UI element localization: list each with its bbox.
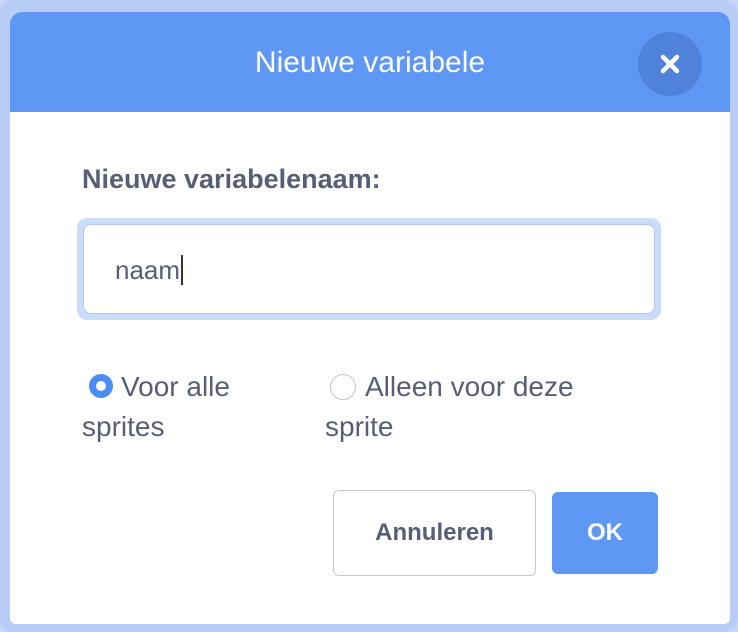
- dialog-header: Nieuwe variabele: [10, 12, 730, 112]
- radio-this-sprite-only[interactable]: Alleen voor deze sprite: [320, 366, 640, 456]
- radio-all-sprites[interactable]: Voor alle sprites: [76, 366, 286, 456]
- radio-checked-icon[interactable]: [89, 374, 113, 398]
- new-variable-dialog: Nieuwe variabele Nieuwe variabelenaam: n…: [10, 12, 730, 624]
- cancel-button[interactable]: Annuleren: [333, 490, 536, 576]
- ok-button[interactable]: OK: [552, 492, 658, 574]
- variable-name-value: naam: [115, 255, 181, 285]
- radio-all-sprites-label-line2: sprites: [82, 411, 165, 442]
- close-button[interactable]: [638, 32, 702, 96]
- variable-name-input-focus-ring: naam: [77, 218, 661, 320]
- radio-unchecked-icon[interactable]: [330, 374, 356, 400]
- variable-name-label: Nieuwe variabelenaam:: [82, 164, 381, 194]
- radio-this-sprite-label-line1: Alleen voor deze: [365, 371, 574, 402]
- text-caret: [181, 255, 184, 286]
- radio-all-sprites-label-line1: Voor alle: [121, 371, 230, 402]
- variable-name-input-text: naam: [115, 224, 184, 314]
- radio-this-sprite-label-line2: sprite: [325, 411, 394, 442]
- dialog-title: Nieuwe variabele: [254, 46, 486, 79]
